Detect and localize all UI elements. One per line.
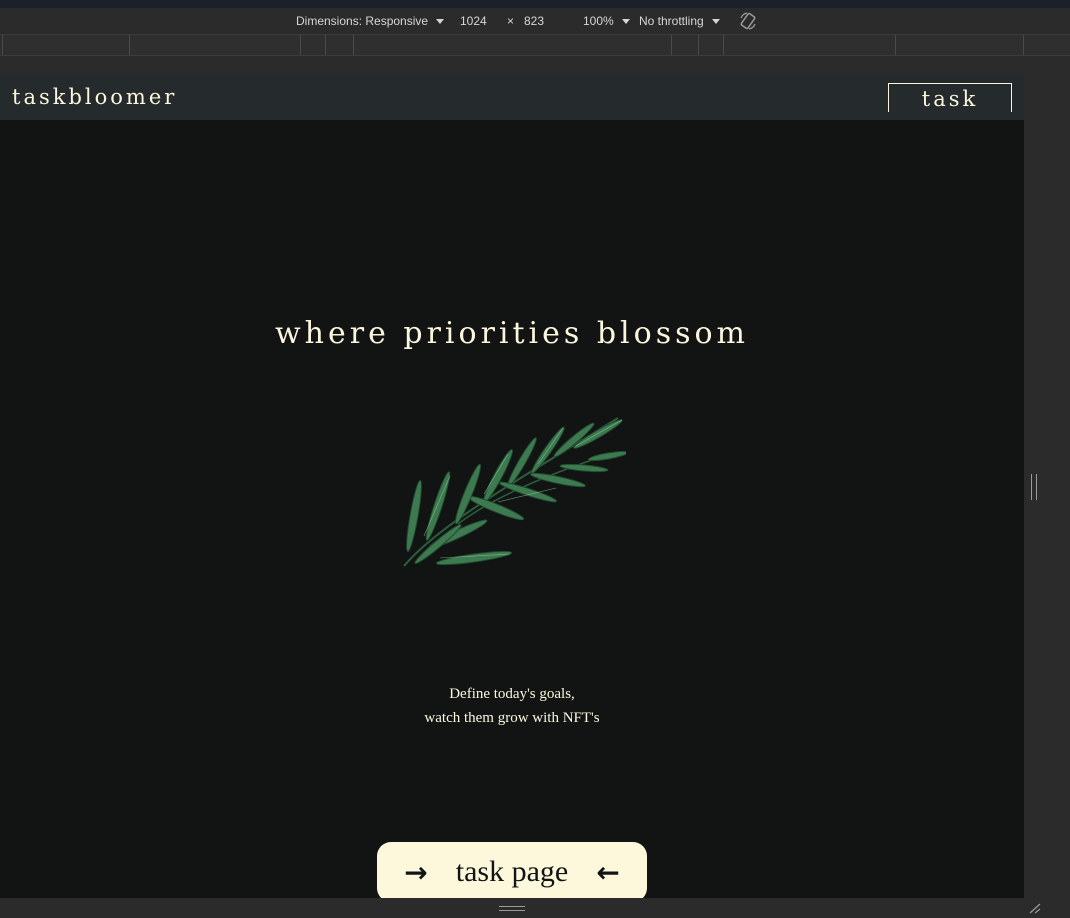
dimension-separator: ×: [507, 14, 514, 28]
height-value: 823: [524, 14, 545, 28]
cta-label: task page: [455, 855, 569, 888]
ruler-tick: [1023, 35, 1024, 55]
resize-handle-icon[interactable]: [1028, 902, 1042, 914]
rotate-icon: [740, 12, 756, 30]
height-input[interactable]: 823: [524, 14, 544, 28]
rotate-button[interactable]: [738, 11, 758, 31]
ruler-tick: [671, 35, 672, 55]
tagline-line-1: Define today's goals,: [449, 686, 575, 702]
page-viewport: taskbloomer task page where priorities b…: [0, 74, 1024, 898]
width-input[interactable]: 1024: [460, 14, 487, 28]
throttling-dropdown[interactable]: No throttling: [639, 14, 720, 28]
chevron-down-icon: [711, 18, 720, 24]
media-query-ruler: [0, 34, 1070, 56]
zoom-label: 100%: [583, 14, 614, 28]
width-value: 1024: [460, 14, 487, 28]
devtools-device-toolbar: Dimensions: Responsive 1024 × 823 100% N…: [0, 8, 1070, 34]
hero-title: where priorities blossom: [274, 316, 750, 351]
arrow-left-icon: ←: [596, 855, 620, 889]
tagline: Define today's goals, watch them grow wi…: [0, 682, 1024, 730]
brand-logo[interactable]: taskbloomer: [12, 85, 177, 109]
resize-handle-bottom[interactable]: [499, 906, 525, 911]
dimensions-label: Dimensions: Responsive: [296, 14, 429, 28]
chevron-down-icon: [621, 18, 630, 24]
ruler-tick: [723, 35, 724, 55]
resize-handle-right[interactable]: [1031, 474, 1037, 500]
tagline-line-2: watch them grow with NFT's: [424, 710, 600, 726]
ruler-tick: [300, 35, 301, 55]
ruler-tick: [325, 35, 326, 55]
browser-top-strip: [0, 0, 1070, 8]
viewport-bottom-gutter: [0, 898, 1070, 918]
chevron-down-icon: [436, 18, 445, 24]
ruler-tick: [895, 35, 896, 55]
ruler-tick: [353, 35, 354, 55]
viewport-top-gutter: [0, 56, 1070, 74]
ruler-tick: [129, 35, 130, 55]
task-page-cta-button[interactable]: → task page ←: [377, 842, 647, 898]
arrow-right-icon: →: [404, 855, 428, 889]
times-symbol: ×: [507, 14, 515, 28]
dimensions-dropdown[interactable]: Dimensions: Responsive: [296, 14, 445, 28]
nav-task-page-link[interactable]: task page: [888, 83, 1012, 112]
ruler-tick: [2, 35, 3, 55]
zoom-dropdown[interactable]: 100%: [583, 14, 630, 28]
site-navbar: taskbloomer task page: [0, 74, 1024, 120]
ruler-tick: [698, 35, 699, 55]
plant-illustration: [403, 417, 626, 567]
throttling-label: No throttling: [639, 14, 704, 28]
